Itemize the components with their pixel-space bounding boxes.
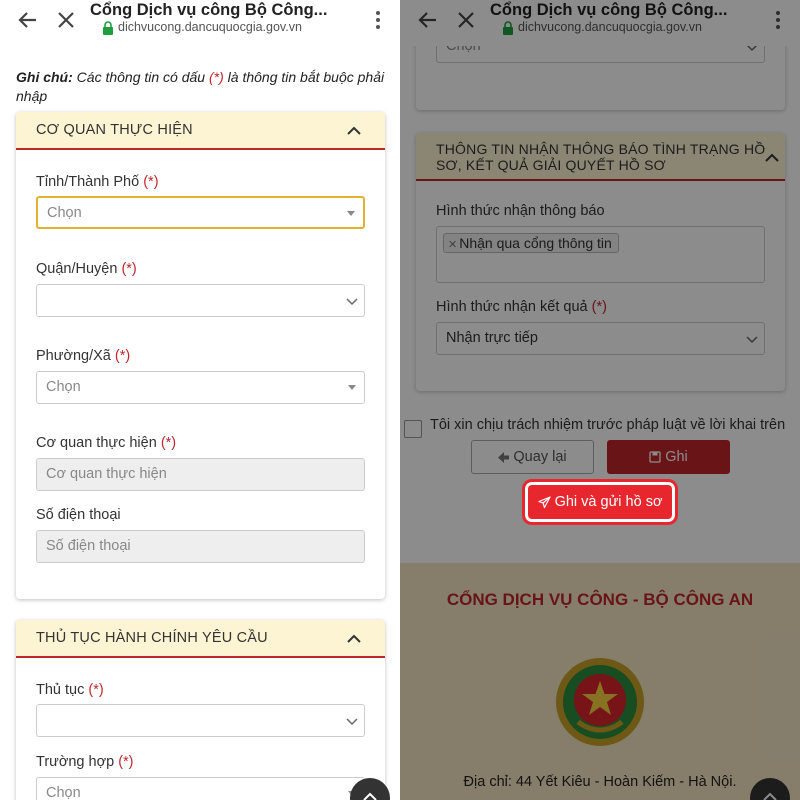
province-select-value: Chọn (47, 205, 82, 221)
caret-down-icon (347, 211, 355, 216)
district-label: Quận/Huyện (*) (36, 261, 137, 277)
case-label: Trường hợp (*) (36, 754, 134, 770)
more-vert-icon[interactable] (368, 8, 388, 32)
required-marker: (*) (114, 348, 131, 364)
chevron-down-icon (346, 718, 358, 726)
save-and-submit-label: Ghi và gửi hồ sơ (554, 494, 663, 511)
phone-label: Số điện thoại (36, 507, 121, 523)
result-method-value: Nhận trực tiếp (446, 330, 538, 346)
right-screen: Cổng Dịch vụ công Bộ Công... dichvucong.… (400, 0, 800, 800)
ward-label: Phường/Xã (*) (36, 348, 130, 364)
arrow-back-icon[interactable] (14, 6, 42, 34)
ward-select[interactable]: Chọn (36, 371, 365, 404)
agreement-checkbox[interactable] (404, 420, 422, 438)
procedure-section-header[interactable]: THỦ TỤC HÀNH CHÍNH YÊU CẦU (16, 620, 385, 658)
agency-section-title: CƠ QUAN THỰC HIỆN (36, 122, 193, 138)
result-method-label-text: Hình thức nhận kết quả (436, 299, 588, 315)
phone-field-placeholder: Số điện thoại (46, 538, 131, 554)
required-marker: (*) (160, 435, 177, 451)
footer-title: CỔNG DỊCH VỤ CÔNG - BỘ CÔNG AN (446, 590, 754, 609)
note-marker: (*) (208, 69, 224, 85)
district-label-text: Quận/Huyện (36, 261, 118, 277)
case-select-value: Chọn (46, 785, 81, 800)
chevron-up-icon[interactable] (763, 149, 781, 165)
required-marker: (*) (88, 682, 104, 698)
province-label-text: Tỉnh/Thành Phố (36, 174, 140, 190)
province-label: Tỉnh/Thành Phố (*) (36, 174, 159, 190)
agency-label-text: Cơ quan thực hiện (36, 435, 157, 451)
tag-remove-icon[interactable]: ✕ (448, 239, 457, 251)
arrow-left-icon (498, 451, 510, 463)
page-title: Cổng Dịch vụ công Bộ Công... (490, 1, 728, 19)
note-text-before: Các thông tin có dấu (72, 69, 209, 85)
police-emblem (556, 658, 644, 746)
required-note: Ghi chú: Các thông tin có dấu (*) là thô… (16, 68, 388, 106)
url-text[interactable]: dichvucong.dancuquocgia.gov.vn (518, 20, 702, 34)
result-method-label: Hình thức nhận kết quả (*) (436, 299, 607, 315)
notify-method-tag[interactable]: ✕ Nhận qua cổng thông tin (443, 233, 619, 253)
arrow-back-icon[interactable] (414, 6, 442, 34)
district-select[interactable] (36, 284, 365, 317)
save-icon (649, 451, 661, 463)
lock-icon (503, 21, 513, 35)
browser-toolbar: Cổng Dịch vụ công Bộ Công... dichvucong.… (400, 0, 800, 46)
notify-section-title: THÔNG TIN NHẬN THÔNG BÁO TÌNH TRẠNG HỒ SƠ… (436, 141, 765, 173)
phone-field[interactable]: Số điện thoại (36, 530, 365, 563)
required-marker: (*) (591, 299, 607, 315)
notify-tag-text: Nhận qua cổng thông tin (459, 235, 612, 251)
chevron-down-icon (346, 298, 358, 306)
procedure-section-title: THỦ TỤC HÀNH CHÍNH YÊU CẦU (36, 630, 268, 646)
required-marker: (*) (118, 754, 134, 770)
back-button[interactable]: Quay lại (471, 440, 594, 474)
back-button-label: Quay lại (513, 449, 567, 466)
notify-section-header[interactable]: THÔNG TIN NHẬN THÔNG BÁO TÌNH TRẠNG HỒ SƠ… (416, 133, 785, 181)
browser-toolbar: Cổng Dịch vụ công Bộ Công... dichvucong.… (0, 0, 400, 46)
notify-section: THÔNG TIN NHẬN THÔNG BÁO TÌNH TRẠNG HỒ SƠ… (416, 133, 785, 391)
ward-select-value: Chọn (46, 379, 81, 395)
close-icon[interactable] (452, 6, 480, 34)
case-label-text: Trường hợp (36, 754, 115, 770)
save-button-label: Ghi (665, 449, 688, 466)
send-icon (537, 496, 551, 508)
ward-label-text: Phường/Xã (36, 348, 111, 364)
agreement-text: Tôi xin chịu trách nhiệm trước pháp luật… (430, 417, 786, 433)
required-marker: (*) (143, 174, 159, 190)
procedure-label-text: Thủ tục (36, 682, 85, 698)
scroll-top-icon (763, 792, 777, 800)
agency-field[interactable]: Cơ quan thực hiện (36, 458, 365, 491)
agency-section-header[interactable]: CƠ QUAN THỰC HIỆN (16, 112, 385, 150)
province-select[interactable]: Chọn (36, 196, 365, 229)
chevron-up-icon[interactable] (345, 630, 363, 646)
caret-down-icon (348, 385, 356, 390)
url-text[interactable]: dichvucong.dancuquocgia.gov.vn (118, 20, 302, 34)
notify-title-line1: THÔNG TIN NHẬN THÔNG BÁO TÌNH TRẠNG HỒ (436, 141, 766, 157)
left-screen: Cổng Dịch vụ công Bộ Công... dichvucong.… (0, 0, 400, 800)
lock-icon (103, 21, 113, 35)
note-label: Ghi chú: (16, 69, 73, 85)
result-method-select[interactable]: Nhận trực tiếp (436, 322, 765, 355)
agency-section: CƠ QUAN THỰC HIỆN Tỉnh/Thành Phố (*) Chọ… (16, 112, 385, 599)
save-and-submit-button[interactable]: Ghi và gửi hồ sơ (528, 485, 672, 519)
procedure-select[interactable] (36, 704, 365, 737)
chevron-up-icon[interactable] (345, 122, 363, 138)
notify-title-line2: SƠ, KẾT QUẢ GIẢI QUYẾT HỒ SƠ (436, 157, 666, 173)
save-button[interactable]: Ghi (607, 440, 730, 474)
notify-method-multiselect[interactable]: ✕ Nhận qua cổng thông tin (436, 226, 765, 283)
footer-address: Địa chỉ: 44 Yết Kiêu - Hoàn Kiếm - Hà Nộ… (463, 774, 737, 790)
chevron-down-icon (746, 336, 758, 344)
agency-field-placeholder: Cơ quan thực hiện (46, 466, 167, 482)
agency-label: Cơ quan thực hiện (*) (36, 435, 176, 451)
scroll-top-icon (363, 792, 377, 800)
procedure-section: THỦ TỤC HÀNH CHÍNH YÊU CẦU Thủ tục (*) T… (16, 620, 385, 800)
notify-method-label: Hình thức nhận thông báo (436, 203, 605, 219)
procedure-label: Thủ tục (*) (36, 682, 104, 698)
page-title: Cổng Dịch vụ công Bộ Công... (90, 1, 328, 19)
more-vert-icon[interactable] (768, 8, 788, 32)
close-icon[interactable] (52, 6, 80, 34)
case-select[interactable]: Chọn (36, 777, 365, 800)
required-marker: (*) (121, 261, 137, 277)
